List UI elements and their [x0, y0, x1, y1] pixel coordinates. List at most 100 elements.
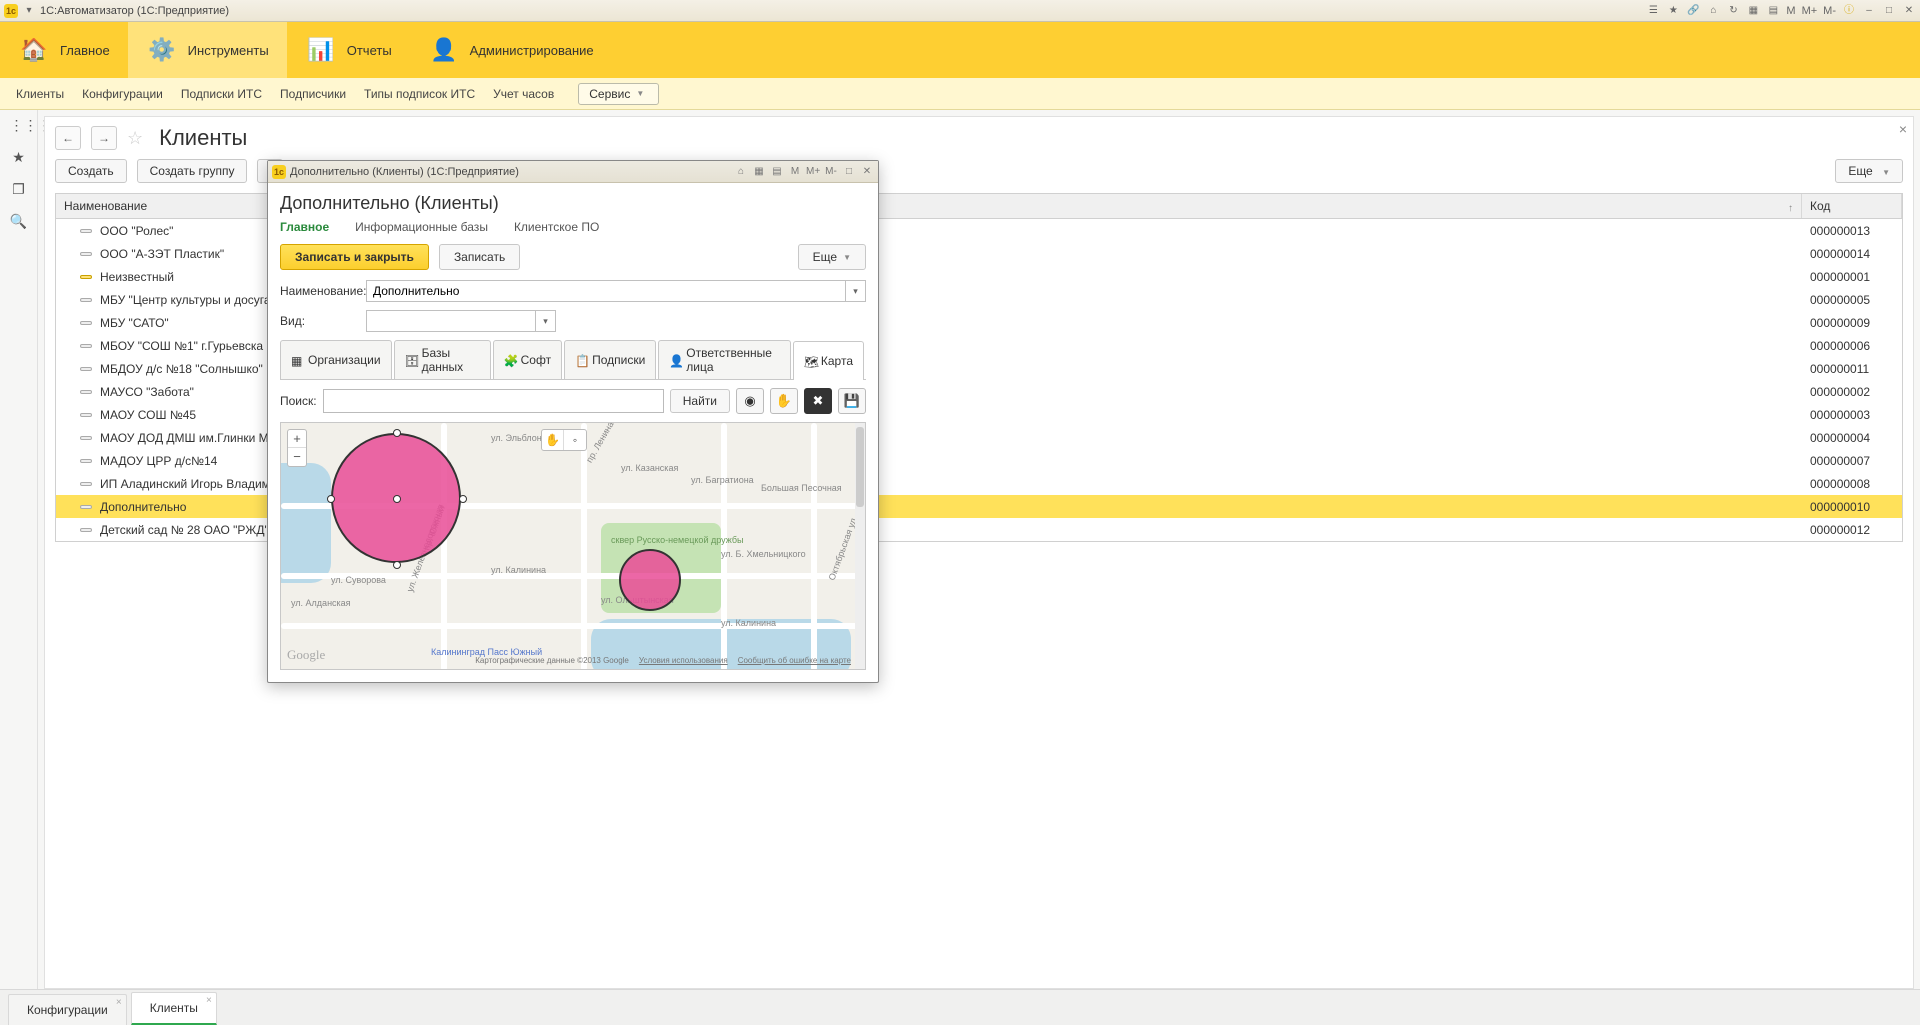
bottom-tab-clients[interactable]: Клиенты × — [131, 992, 217, 1025]
more-button[interactable]: Еще ▼ — [1835, 159, 1903, 183]
zoom-in-button[interactable]: + — [288, 430, 306, 448]
dlg-mminus[interactable]: M- — [824, 165, 838, 179]
map-terms-link[interactable]: Условия использования — [639, 656, 728, 665]
map-copyright: Картографические данные ©2013 Google — [475, 656, 629, 665]
forward-button[interactable]: → — [91, 126, 117, 150]
point-tool-icon[interactable]: ◦ — [564, 430, 586, 450]
dlg-tab-clientsw[interactable]: Клиентское ПО — [514, 220, 599, 234]
input-dropdown-icon[interactable]: ▾ — [846, 280, 866, 302]
toolbar-home-icon[interactable]: ⌂ — [1706, 4, 1720, 18]
dlg-close-icon[interactable]: ✕ — [860, 165, 874, 179]
map-marker-small[interactable] — [619, 549, 681, 611]
row-marker-icon — [80, 482, 92, 486]
page-close-icon[interactable]: × — [1899, 121, 1907, 137]
memory-mplus-button[interactable]: M+ — [1802, 5, 1818, 17]
cell-code: 000000012 — [1802, 523, 1902, 537]
itab-map[interactable]: 🗺Карта — [793, 341, 864, 380]
subnav-subscribers[interactable]: Подписчики — [280, 87, 346, 101]
dlg-tab-main[interactable]: Главное — [280, 220, 329, 234]
row-name-text: МАОУ СОШ №45 — [100, 408, 196, 422]
tab-close-icon[interactable]: × — [206, 995, 212, 1006]
dlg-m[interactable]: M — [788, 165, 802, 179]
itab-db[interactable]: 🗄Базы данных — [394, 340, 491, 379]
row-name-text: МБДОУ д/с №18 "Солнышко" — [100, 362, 263, 376]
subnav-sub-types[interactable]: Типы подписок ИТС — [364, 87, 475, 101]
save-disk-icon[interactable]: 💾 — [838, 388, 866, 414]
marker-center-handle[interactable] — [393, 495, 401, 503]
chevron-down-icon: ▼ — [1882, 168, 1890, 177]
rail-star-icon[interactable]: ★ — [10, 148, 28, 166]
nav-reports[interactable]: 📊 Отчеты — [287, 22, 410, 78]
toolbar-icon-1[interactable]: ☰ — [1646, 4, 1660, 18]
dlg-tab-infobases[interactable]: Информационные базы — [355, 220, 488, 234]
page-star-icon[interactable]: ☆ — [127, 128, 143, 149]
find-button[interactable]: Найти — [670, 389, 730, 413]
toolbar-refresh-icon[interactable]: ↻ — [1726, 4, 1740, 18]
memory-m-button[interactable]: M — [1786, 5, 1795, 17]
rail-apps-icon[interactable]: ⋮⋮⋮ — [10, 116, 28, 134]
map-footer: Картографические данные ©2013 Google Усл… — [475, 656, 851, 665]
toolbar-calc-icon[interactable]: ▦ — [1746, 4, 1760, 18]
dlg-home-icon[interactable]: ⌂ — [734, 165, 748, 179]
memory-mminus-button[interactable]: M- — [1823, 5, 1836, 17]
map-search-input[interactable] — [323, 389, 664, 413]
bottom-tab-configs[interactable]: Конфигурации × — [8, 994, 127, 1025]
create-button[interactable]: Создать — [55, 159, 127, 183]
subnav-hours[interactable]: Учет часов — [493, 87, 554, 101]
row-marker-icon — [80, 528, 92, 532]
sub-icon: 📋 — [575, 354, 587, 366]
maximize-icon[interactable]: □ — [1882, 4, 1896, 18]
itab-subs[interactable]: 📋Подписки — [564, 340, 656, 379]
map-report-link[interactable]: Сообщить об ошибке на карте — [738, 656, 851, 665]
marker-handle-s[interactable] — [393, 561, 401, 569]
subnav-clients[interactable]: Клиенты — [16, 87, 64, 101]
zoom-out-button[interactable]: − — [288, 448, 306, 466]
dlg-calc-icon[interactable]: ▦ — [752, 165, 766, 179]
toolbar-link-icon[interactable]: 🔗 — [1686, 4, 1700, 18]
scrollbar-thumb[interactable] — [856, 427, 864, 507]
save-close-button[interactable]: Записать и закрыть — [280, 244, 429, 270]
row-marker-icon — [80, 275, 92, 279]
dlg-more-button[interactable]: Еще ▼ — [798, 244, 866, 270]
close-icon[interactable]: ✕ — [1902, 4, 1916, 18]
itab-soft[interactable]: 🧩Софт — [493, 340, 562, 379]
rail-copy-icon[interactable]: ❐ — [10, 180, 28, 198]
nav-main[interactable]: 🏠 Главное — [0, 22, 128, 78]
target-icon[interactable]: ◉ — [736, 388, 764, 414]
toolbar-calendar-icon[interactable]: ▤ — [1766, 4, 1780, 18]
create-group-button[interactable]: Создать группу — [137, 159, 248, 183]
marker-handle-e[interactable] — [459, 495, 467, 503]
nav-tools[interactable]: ⚙️ Инструменты — [128, 22, 287, 78]
cancel-x-icon[interactable]: ✖ — [804, 388, 832, 414]
col-header-code[interactable]: Код — [1802, 194, 1902, 218]
input-dropdown-icon[interactable]: ▾ — [536, 310, 556, 332]
save-button[interactable]: Записать — [439, 244, 520, 270]
marker-handle-n[interactable] — [393, 429, 401, 437]
back-button[interactable]: ← — [55, 126, 81, 150]
rail-search-icon[interactable]: 🔍 — [10, 212, 28, 230]
service-dropdown[interactable]: Сервис ▼ — [578, 83, 659, 105]
itab-resp[interactable]: 👤Ответственные лица — [658, 340, 791, 379]
map-scrollbar[interactable] — [855, 423, 865, 669]
dlg-maximize-icon[interactable]: □ — [842, 165, 856, 179]
itab-orgs[interactable]: ▦Организации — [280, 340, 392, 379]
form-name-input[interactable] — [366, 280, 846, 302]
chevron-down-icon: ▼ — [843, 253, 851, 262]
form-kind-input[interactable] — [366, 310, 536, 332]
dlg-cal-icon[interactable]: ▤ — [770, 165, 784, 179]
map-canvas[interactable]: ул. Эльблонгская пр. Ленина ул. Казанска… — [280, 422, 866, 670]
subnav-configs[interactable]: Конфигурации — [82, 87, 163, 101]
pan-tool-icon[interactable]: ✋ — [542, 430, 564, 450]
dlg-mplus[interactable]: M+ — [806, 165, 820, 179]
tab-close-icon[interactable]: × — [116, 997, 122, 1008]
hand-icon[interactable]: ✋ — [770, 388, 798, 414]
help-icon[interactable]: ⓘ — [1842, 4, 1856, 18]
marker-handle-w[interactable] — [327, 495, 335, 503]
nav-admin[interactable]: 👤 Администрирование — [410, 22, 612, 78]
minimize-icon[interactable]: – — [1862, 4, 1876, 18]
dialog-titlebar[interactable]: 1c Дополнительно (Клиенты) (1С:Предприят… — [268, 161, 878, 183]
toolbar-star-icon[interactable]: ★ — [1666, 4, 1680, 18]
dropdown-icon[interactable]: ▾ — [22, 4, 36, 18]
subnav-subs-its[interactable]: Подписки ИТС — [181, 87, 262, 101]
row-name-text: Неизвестный — [100, 270, 174, 284]
